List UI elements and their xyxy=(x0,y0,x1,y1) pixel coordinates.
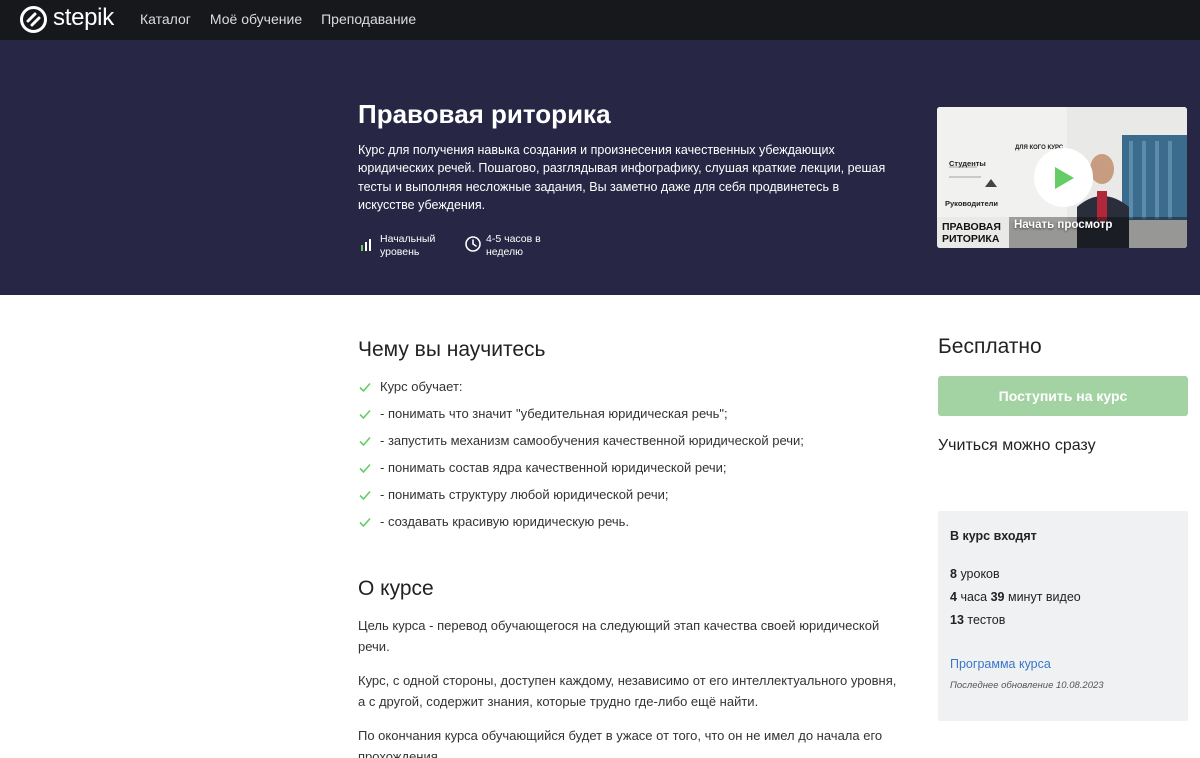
check-icon xyxy=(359,463,371,473)
nav-links: Каталог Моё обучение Преподавание xyxy=(140,11,435,27)
tests-label: тестов xyxy=(967,613,1006,627)
learn-item-text: - понимать структуру любой юридической р… xyxy=(380,487,669,502)
learn-item: - создавать красивую юридическую речь. xyxy=(358,508,804,535)
level-text: Начальный уровень xyxy=(380,233,436,258)
course-hero: Правовая риторика Курс для получения нав… xyxy=(0,40,1200,295)
lessons-count: 8 уроков xyxy=(950,567,1000,581)
learn-item: - понимать структуру любой юридической р… xyxy=(358,481,804,508)
course-title: Правовая риторика xyxy=(358,99,611,129)
course-price: Бесплатно xyxy=(938,335,1042,358)
learn-item-text: Курс обучает: xyxy=(380,379,463,394)
course-description: Курс для получения навыка создания и про… xyxy=(358,143,886,213)
stepik-logo[interactable]: stepik xyxy=(20,4,114,33)
learn-section-title: Чему вы научитесь xyxy=(358,338,546,361)
video-label-students: Студенты xyxy=(949,159,986,168)
play-button[interactable] xyxy=(1034,148,1093,207)
nav-my-learning[interactable]: Моё обучение xyxy=(210,11,302,27)
about-paragraph: Курс, с одной стороны, доступен каждому,… xyxy=(358,673,897,709)
last-updated-text: Последнее обновление 10.08.2023 xyxy=(950,680,1104,691)
nav-catalog[interactable]: Каталог xyxy=(140,11,191,27)
enroll-button[interactable]: Поступить на курс xyxy=(938,376,1188,416)
workload-text: 4-5 часов в неделю xyxy=(486,233,541,258)
course-program-link[interactable]: Программа курса xyxy=(950,657,1051,671)
learn-item: - запустить механизм самообучения качест… xyxy=(358,427,804,454)
top-navbar: stepik Каталог Моё обучение Преподавание xyxy=(0,0,1200,40)
learn-item: - понимать состав ядра качественной юрид… xyxy=(358,454,804,481)
level-bars-icon xyxy=(361,239,371,251)
check-icon xyxy=(359,490,371,500)
video-brand-text: ПРАВОВАЯ РИТОРИКА xyxy=(942,221,1001,245)
hours-number: 4 xyxy=(950,590,957,604)
learn-item-text: - создавать красивую юридическую речь. xyxy=(380,514,630,529)
play-icon xyxy=(1054,166,1074,189)
lessons-label: уроков xyxy=(960,567,1000,581)
course-includes-panel: В курс входят 8 уроков 4 часа 39 минут в… xyxy=(938,511,1188,721)
course-level: Начальный уровень xyxy=(358,233,435,258)
about-paragraph: Цель курса - перевод обучающегося на сле… xyxy=(358,618,880,654)
learn-item-text: - понимать что значит "убедительная юрид… xyxy=(380,406,728,421)
promo-video[interactable]: Студенты Руководители ДЛЯ КОГО КУРС ПРАВ… xyxy=(937,107,1187,248)
learn-item-text: - понимать состав ядра качественной юрид… xyxy=(380,460,727,475)
start-anytime-text: Учиться можно сразу xyxy=(938,437,1096,454)
tests-number: 13 xyxy=(950,613,964,627)
video-label-managers: Руководители xyxy=(945,199,998,208)
tests-count: 13 тестов xyxy=(950,613,1005,627)
start-viewing-label[interactable]: Начать просмотр xyxy=(1014,219,1112,231)
minutes-label: минут видео xyxy=(1007,590,1081,604)
learn-item: Курс обучает: xyxy=(358,373,804,400)
about-text: Цель курса - перевод обучающегося на сле… xyxy=(358,616,898,758)
about-paragraph: По окончания курса обучающийся будет в у… xyxy=(358,728,883,758)
lessons-number: 8 xyxy=(950,567,957,581)
learn-item: - понимать что значит "убедительная юрид… xyxy=(358,400,804,427)
minutes-number: 39 xyxy=(990,590,1005,604)
learn-list: Курс обучает: - понимать что значит "убе… xyxy=(358,373,804,535)
nav-teaching[interactable]: Преподавание xyxy=(321,11,416,27)
logo-text: stepik xyxy=(53,4,114,31)
stepik-logo-icon xyxy=(20,6,47,33)
includes-title: В курс входят xyxy=(950,529,1037,543)
clock-icon xyxy=(465,236,481,252)
hours-label: часа xyxy=(960,590,988,604)
learn-item-text: - запустить механизм самообучения качест… xyxy=(380,433,804,448)
about-section-title: О курсе xyxy=(358,577,434,600)
course-workload: 4-5 часов в неделю xyxy=(464,233,541,258)
check-icon xyxy=(359,517,371,527)
check-icon xyxy=(359,409,371,419)
check-icon xyxy=(359,436,371,446)
check-icon xyxy=(359,382,371,392)
video-duration: 4 часа 39 минут видео xyxy=(950,590,1081,604)
